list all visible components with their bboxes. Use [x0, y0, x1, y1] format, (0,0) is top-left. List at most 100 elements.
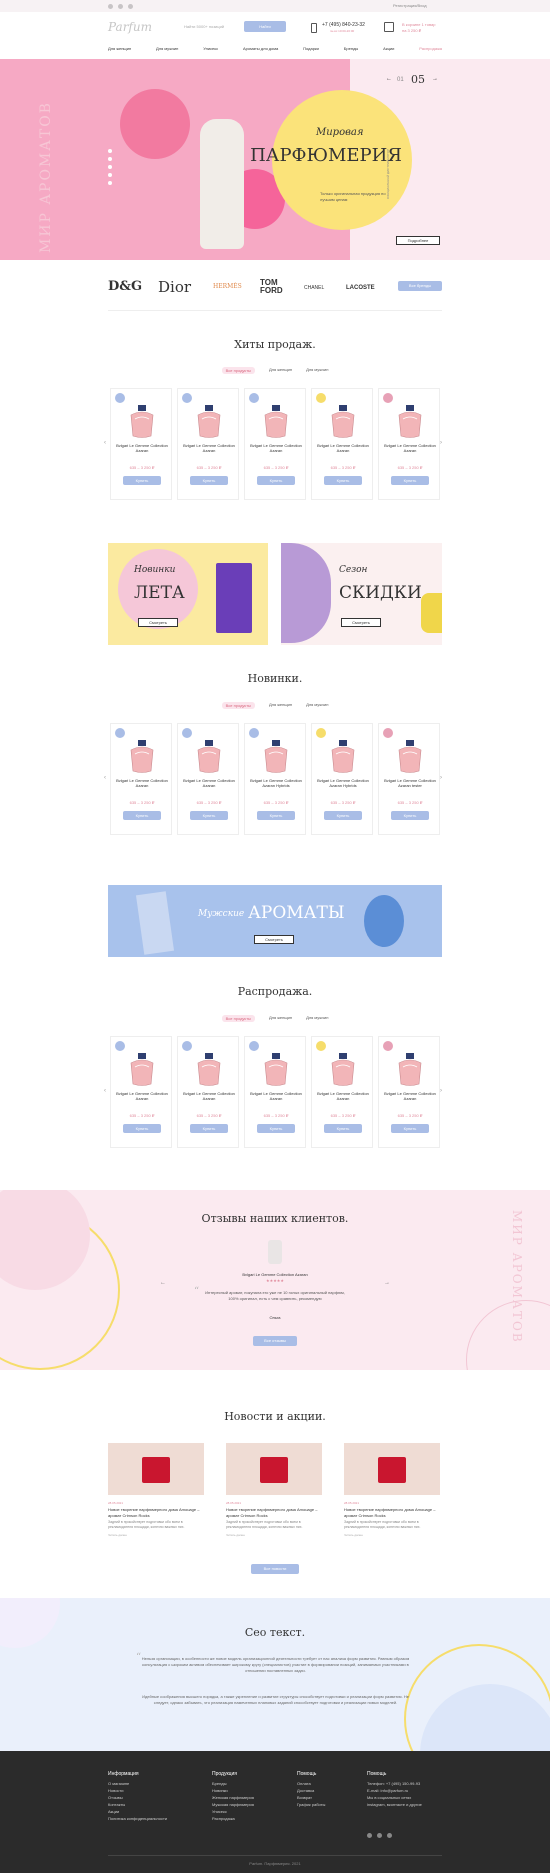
search-button[interactable]: Найти	[244, 21, 286, 32]
product-name[interactable]: Bvlgari Le Gemme Collection Azaran Hybri…	[314, 778, 372, 788]
brand-logo-hermes[interactable]: HERMÈS	[213, 283, 242, 290]
filter-men[interactable]: Для мужчин	[306, 1015, 328, 1022]
buy-button[interactable]: Купить	[257, 1124, 295, 1133]
product-name[interactable]: Bvlgari Le Gemme Collection Azaran	[113, 1091, 171, 1101]
nav-item[interactable]: Ароматы для дома	[243, 46, 278, 54]
buy-button[interactable]: Купить	[123, 1124, 161, 1133]
product-name[interactable]: Bvlgari Le Gemme Collection Azaran	[247, 443, 305, 453]
brand-logo-tomford[interactable]: TOM FORD	[260, 279, 290, 295]
slide-dot[interactable]	[108, 157, 112, 161]
product-card[interactable]: Bvlgari Le Gemme Collection Azaran 635 – …	[177, 1036, 239, 1148]
nav-item[interactable]: Для женщин	[108, 46, 131, 54]
news-read-more[interactable]: Читать далее	[108, 1533, 127, 1537]
footer-link[interactable]: Политика конфиденциальности	[108, 1815, 167, 1822]
carousel-next[interactable]: ›	[440, 440, 442, 446]
buy-button[interactable]: Купить	[257, 811, 295, 820]
news-card[interactable]: 28.05.2021 Новое творение парфюмерного до…	[108, 1443, 204, 1548]
footer-link[interactable]: Женская парфюмерия	[212, 1794, 254, 1801]
product-name[interactable]: Bvlgari Le Gemme Collection Azaran	[314, 1091, 372, 1101]
filter-women[interactable]: Для женщин	[269, 1015, 292, 1022]
buy-button[interactable]: Купить	[324, 811, 362, 820]
promo-watch-button[interactable]: Смотреть	[341, 618, 381, 627]
search-input[interactable]: Найти 5000+ позиций	[184, 21, 244, 32]
brand-logo-dior[interactable]: Dior	[158, 278, 191, 296]
brand-logo-chanel[interactable]: CHANEL	[304, 285, 324, 291]
product-card[interactable]: Bvlgari Le Gemme Collection Azaran 635 – …	[110, 723, 172, 835]
cart-count[interactable]: В корзине 1 товар	[402, 22, 435, 27]
footer-link[interactable]: Мужская парфюмерия	[212, 1801, 254, 1808]
carousel-prev[interactable]: ‹	[104, 440, 106, 446]
product-card[interactable]: Bvlgari Le Gemme Collection Azaran 635 – …	[378, 1036, 440, 1148]
slide-dot[interactable]	[108, 181, 112, 185]
footer-link[interactable]: Возврат	[297, 1794, 325, 1801]
buy-button[interactable]: Купить	[190, 1124, 228, 1133]
product-name[interactable]: Bvlgari Le Gemme Collection Azaran	[314, 443, 372, 453]
news-read-more[interactable]: Читать далее	[344, 1533, 363, 1537]
footer-link[interactable]: Распродажа	[212, 1815, 254, 1822]
product-card[interactable]: Bvlgari Le Gemme Collection Azaran 635 – …	[244, 388, 306, 500]
promo-new-summer[interactable]: Новинки ЛЕТА Смотреть	[108, 543, 268, 645]
footer-link[interactable]: Унисекс	[212, 1808, 254, 1815]
product-card[interactable]: Bvlgari Le Gemme Collection Azaran 635 – …	[378, 388, 440, 500]
promo-men[interactable]: Мужские АРОМАТЫ Смотреть	[108, 885, 442, 957]
footer-email[interactable]: E-mail: info@parfum.ru	[367, 1787, 447, 1794]
filter-all[interactable]: Все продукты	[221, 702, 255, 709]
slide-dot[interactable]	[108, 173, 112, 177]
product-name[interactable]: Bvlgari Le Gemme Collection Azaran teste…	[381, 778, 439, 788]
brand-logo-dg[interactable]: D&G	[108, 279, 142, 294]
news-headline[interactable]: Новое творение парфюмерного дома Amouage…	[108, 1507, 204, 1519]
filter-women[interactable]: Для женщин	[269, 367, 292, 374]
all-news-button[interactable]: Все новости	[251, 1564, 299, 1574]
buy-button[interactable]: Купить	[324, 1124, 362, 1133]
buy-button[interactable]: Купить	[324, 476, 362, 485]
facebook-icon[interactable]	[128, 4, 133, 9]
buy-button[interactable]: Купить	[190, 811, 228, 820]
product-card[interactable]: Bvlgari Le Gemme Collection Azaran 635 – …	[311, 1036, 373, 1148]
promo-sale[interactable]: Сезон СКИДКИ Смотреть	[281, 543, 442, 645]
buy-button[interactable]: Купить	[391, 811, 429, 820]
nav-item[interactable]: Для мужчин	[156, 46, 178, 54]
footer-link[interactable]: Акции	[108, 1808, 167, 1815]
buy-button[interactable]: Купить	[123, 811, 161, 820]
brand-logo-lacoste[interactable]: LACOSTE	[346, 285, 375, 291]
slide-next[interactable]: →	[432, 76, 438, 82]
carousel-prev[interactable]: ‹	[104, 775, 106, 781]
news-card[interactable]: 28.05.2021 Новое творение парфюмерного до…	[226, 1443, 322, 1548]
product-card[interactable]: Bvlgari Le Gemme Collection Azaran Hybri…	[311, 723, 373, 835]
product-card[interactable]: Bvlgari Le Gemme Collection Azaran 635 – …	[177, 388, 239, 500]
product-name[interactable]: Bvlgari Le Gemme Collection Azaran	[247, 1091, 305, 1101]
product-name[interactable]: Bvlgari Le Gemme Collection Azaran	[180, 1091, 238, 1101]
vk-icon[interactable]	[367, 1833, 372, 1838]
footer-link[interactable]: Отзывы	[108, 1794, 167, 1801]
product-name[interactable]: Bvlgari Le Gemme Collection Azaran	[381, 443, 439, 453]
product-name[interactable]: Bvlgari Le Gemme Collection Azaran Hybri…	[247, 778, 305, 788]
footer-link[interactable]: Контакты	[108, 1801, 167, 1808]
footer-phone[interactable]: Телефон: +7 (495) 150-99-93	[367, 1780, 447, 1787]
carousel-prev[interactable]: ‹	[104, 1088, 106, 1094]
facebook-icon[interactable]	[387, 1833, 392, 1838]
instagram-icon[interactable]	[118, 4, 123, 9]
nav-item[interactable]: Распродажа	[419, 46, 442, 54]
product-card[interactable]: Bvlgari Le Gemme Collection Azaran teste…	[378, 723, 440, 835]
product-card[interactable]: Bvlgari Le Gemme Collection Azaran 635 – …	[110, 1036, 172, 1148]
footer-link[interactable]: Бренды	[212, 1780, 254, 1787]
news-headline[interactable]: Новое творение парфюмерного дома Amouage…	[226, 1507, 322, 1519]
product-card[interactable]: Bvlgari Le Gemme Collection Azaran 635 – …	[244, 1036, 306, 1148]
slide-prev[interactable]: ←	[386, 76, 392, 82]
footer-link[interactable]: Новинки	[212, 1787, 254, 1794]
buy-button[interactable]: Купить	[391, 1124, 429, 1133]
product-card[interactable]: Bvlgari Le Gemme Collection Azaran 635 – …	[110, 388, 172, 500]
nav-item[interactable]: Подарки	[303, 46, 319, 54]
nav-item[interactable]: Акции	[383, 46, 394, 54]
nav-item[interactable]: Унисекс	[203, 46, 218, 54]
news-read-more[interactable]: Читать далее	[226, 1533, 245, 1537]
filter-women[interactable]: Для женщин	[269, 702, 292, 709]
product-card[interactable]: Bvlgari Le Gemme Collection Azaran 635 – …	[311, 388, 373, 500]
slide-dot[interactable]	[108, 165, 112, 169]
footer-link[interactable]: График работы	[297, 1801, 325, 1808]
promo-watch-button[interactable]: Смотреть	[254, 935, 294, 944]
filter-all[interactable]: Все продукты	[221, 1015, 255, 1022]
cart-icon[interactable]	[384, 22, 394, 32]
instagram-icon[interactable]	[377, 1833, 382, 1838]
all-brands-button[interactable]: Все бренды	[398, 281, 442, 291]
